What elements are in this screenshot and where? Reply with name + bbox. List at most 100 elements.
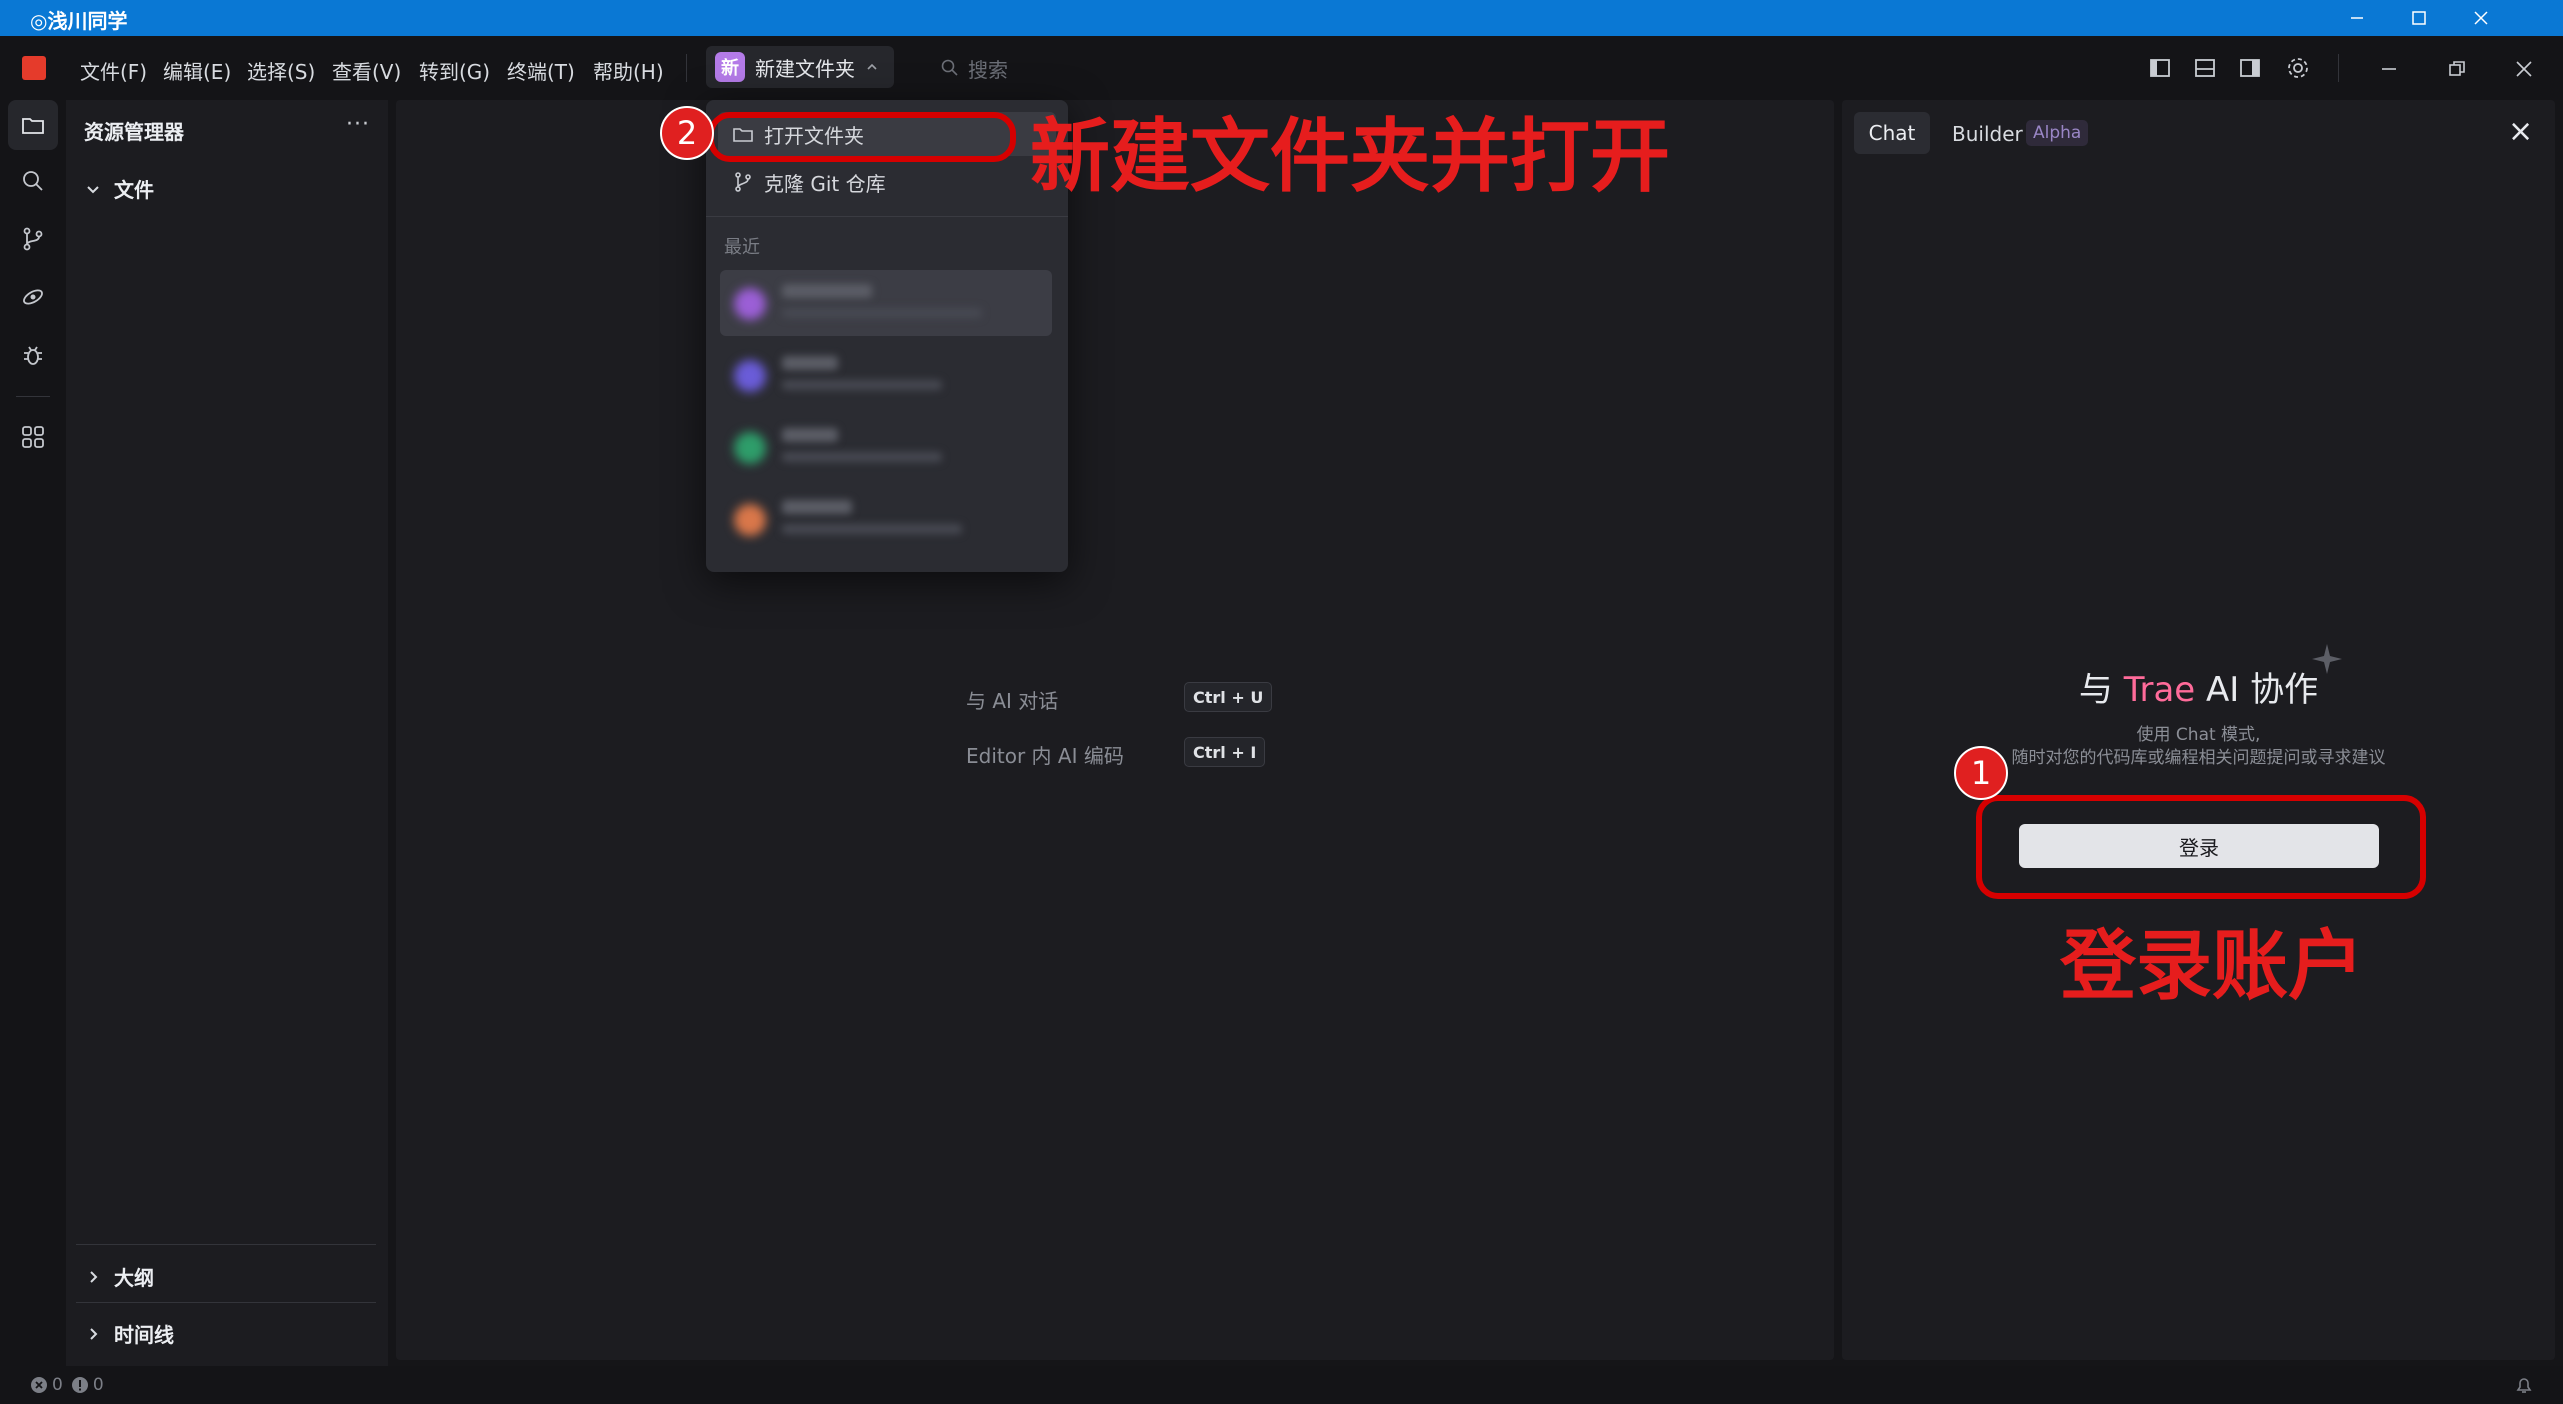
warning-count: 0 [92,1375,104,1395]
project-name: 新建文件夹 [755,56,855,81]
command-search[interactable]: 搜索 [940,54,1008,82]
settings-gear-icon[interactable] [2285,55,2311,81]
section-divider [76,1244,376,1245]
ai-chat-panel: Chat Builder Alpha × 与 Trae AI 协作 使用 Cha… [1842,100,2555,1360]
toggle-secondary-sidebar-icon[interactable] [2238,56,2262,80]
explorer-activity[interactable] [8,100,58,150]
clone-git-label: 克隆 Git 仓库 [764,171,886,196]
trae-brand-text: Trae [2123,670,2196,710]
explorer-sidebar: 资源管理器 ··· 文件 大纲 时间线 [66,100,388,1366]
menu-help[interactable]: 帮助(H) [593,56,664,85]
key-u: U [1250,687,1264,707]
key-ctrl: Ctrl [1193,687,1226,707]
outline-section-header[interactable]: 大纲 [84,1262,154,1291]
toggle-panel-icon[interactable] [2193,56,2217,80]
key-i: I [1250,742,1257,762]
tab-builder[interactable]: Builder [1952,122,2023,146]
blurred-path [782,524,962,534]
blurred-name [782,356,838,370]
menu-terminal[interactable]: 终端(T) [507,56,575,85]
problems-indicator[interactable]: 0 0 [30,1375,104,1395]
timeline-section-header[interactable]: 时间线 [84,1319,174,1348]
shortcut-chat: Ctrl + U [1184,682,1273,712]
blurred-name [782,500,852,514]
chevron-down-icon [87,185,99,193]
app-menubar: 文件(F) 编辑(E) 选择(S) 查看(V) 转到(G) 终端(T) 帮助(H… [0,36,2563,100]
search-icon [941,59,958,76]
activity-bar [0,100,66,1366]
menu-view[interactable]: 查看(V) [332,56,401,85]
hint-chat-label: 与 AI 对话 [966,689,1059,713]
welcome-subtitle-2: 随时对您的代码库或编程相关问题提问或寻求建议 [2011,748,2386,768]
recent-label: 最近 [724,237,760,258]
activity-divider [16,396,50,397]
explorer-more-button[interactable]: ··· [346,112,370,137]
status-bar: 0 0 [0,1366,2563,1404]
error-count: 0 [52,1375,63,1395]
extensions-grid-icon [22,426,44,448]
recent-project-avatar [734,432,766,464]
close-window-button[interactable] [2450,0,2512,36]
highlight-login [1976,795,2426,899]
blurred-path [782,308,982,318]
source-control-activity[interactable] [8,214,58,264]
welcome-title: 与 Trae AI 协作 [1842,662,2555,711]
key-ctrl: Ctrl [1193,742,1226,762]
outline-section-label: 大纲 [114,1266,154,1290]
folder-icon [22,118,44,134]
blurred-path [782,380,942,390]
bug-icon [24,346,42,365]
debug-activity[interactable] [8,330,58,380]
caption-new-folder-open: 新建文件夹并打开 [1030,110,1670,203]
menu-edit[interactable]: 编辑(E) [163,56,231,85]
key-plus: + [1231,742,1245,762]
notification-bell-icon[interactable] [2514,1375,2534,1395]
git-branch-icon [735,172,751,192]
project-switcher[interactable]: 新 新建文件夹 [706,46,894,88]
menu-divider [686,54,687,82]
app-restore-icon[interactable] [2448,60,2466,78]
alpha-badge: Alpha [2026,120,2089,146]
git-branch-icon [23,227,43,251]
extensions-activity[interactable] [8,412,58,462]
toggle-primary-sidebar-icon[interactable] [2148,56,2172,80]
blurred-path [782,452,942,462]
clone-git-item[interactable]: 克隆 Git 仓库 [718,160,1056,204]
caption-login-account: 登录账户 [2060,921,2364,1010]
search-placeholder: 搜索 [968,57,1008,82]
menu-selection[interactable]: 选择(S) [247,56,315,85]
key-plus: + [1231,687,1245,707]
menu-file[interactable]: 文件(F) [80,56,147,85]
warning-icon [71,1377,88,1393]
error-icon [31,1377,47,1393]
recent-project-item[interactable] [720,414,1052,480]
window-titlebar: ◎浅川同学 [0,0,2563,36]
close-panel-button[interactable]: × [2508,114,2533,149]
editor-area: 与 AI 对话 Ctrl + U Editor 内 AI 编码 Ctrl + I [396,100,1834,1360]
highlight-open-folder [708,112,1016,162]
remote-connection-icon [23,289,43,305]
recent-project-item[interactable] [720,486,1052,552]
project-badge: 新 [715,52,745,82]
trae-logo-icon [22,56,46,80]
window-title: ◎浅川同学 [30,9,128,33]
maximize-window-button[interactable] [2388,0,2450,36]
step-2-marker: 2 [660,106,714,160]
recent-project-item[interactable] [720,342,1052,408]
menu-goto[interactable]: 转到(G) [419,56,490,85]
blurred-name [782,428,838,442]
app-close-icon[interactable] [2515,60,2533,78]
project-dropdown-menu: 打开文件夹 克隆 Git 仓库 最近 [706,100,1068,572]
app-minimize-icon[interactable] [2380,60,2398,78]
step-1-marker: 1 [1954,746,2008,800]
recent-project-avatar [734,288,766,320]
search-activity[interactable] [8,156,58,206]
timeline-section-label: 时间线 [114,1323,174,1347]
tab-chat[interactable]: Chat [1854,112,1930,154]
files-section-label: 文件 [114,178,154,202]
remote-activity[interactable] [8,272,58,322]
minimize-window-button[interactable] [2326,0,2388,36]
search-icon [23,171,43,191]
recent-project-item[interactable] [720,270,1052,336]
files-section-header[interactable]: 文件 [84,174,154,203]
